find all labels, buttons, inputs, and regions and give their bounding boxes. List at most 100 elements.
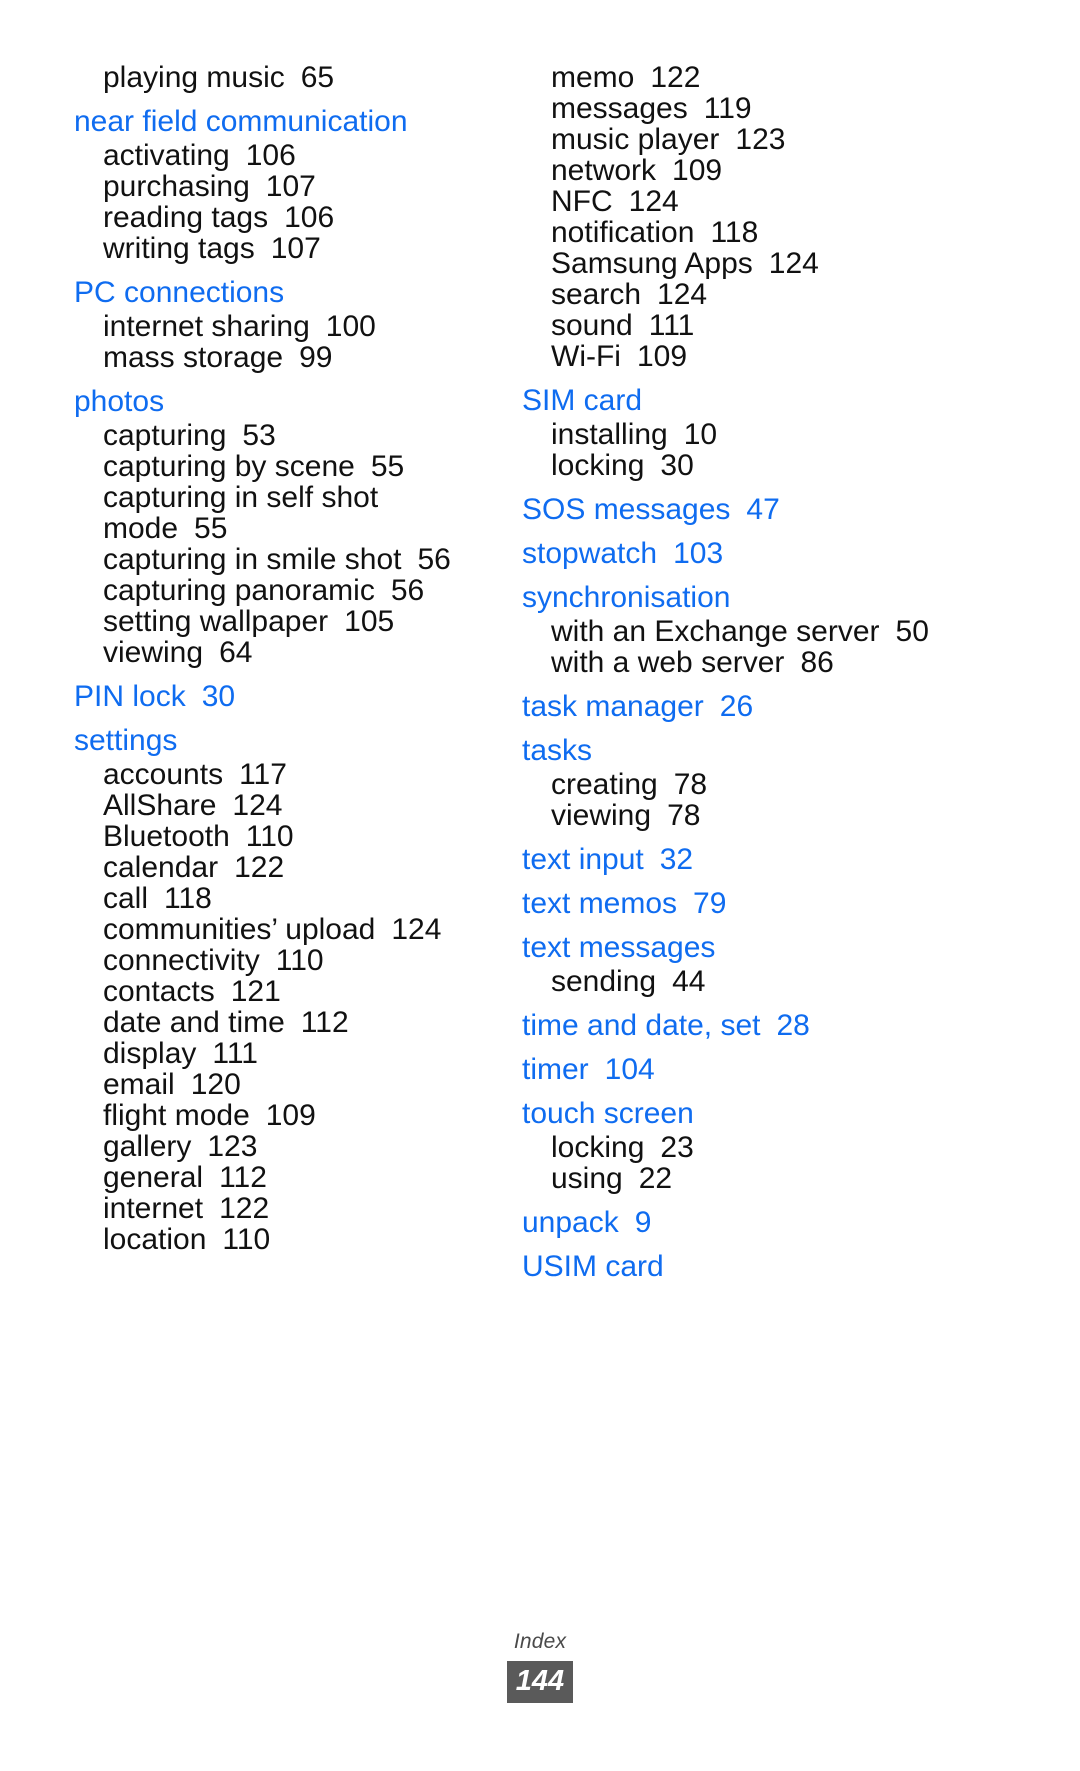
index-heading[interactable]: synchronisation xyxy=(522,583,942,613)
index-entry-label: internet xyxy=(103,1192,204,1225)
index-heading[interactable]: near field communication xyxy=(74,107,494,137)
index-heading[interactable]: timer 104 xyxy=(522,1055,942,1085)
index-subentry[interactable]: date and time 112 xyxy=(74,1008,494,1038)
index-entry-page-number: 118 xyxy=(164,882,212,915)
index-subentry[interactable]: internet sharing 100 xyxy=(74,312,494,342)
index-subentry[interactable]: contacts 121 xyxy=(74,977,494,1007)
index-entry-label: with a web server xyxy=(551,646,785,679)
index-subentry[interactable]: capturing 53 xyxy=(74,421,494,451)
index-subentry[interactable]: messages 119 xyxy=(522,94,942,124)
index-subentry[interactable]: network 109 xyxy=(522,156,942,186)
index-heading[interactable]: text messages xyxy=(522,933,942,963)
index-subentry[interactable]: connectivity 110 xyxy=(74,946,494,976)
index-subentry[interactable]: setting wallpaper 105 xyxy=(74,607,494,637)
index-entry-page-number: 123 xyxy=(207,1130,258,1163)
index-entry-page-number: 110 xyxy=(245,820,294,853)
index-entry-page-number: 109 xyxy=(265,1099,316,1132)
index-subentry[interactable]: notification 118 xyxy=(522,218,942,248)
index-subentry[interactable]: music player 123 xyxy=(522,125,942,155)
index-heading[interactable]: PIN lock 30 xyxy=(74,682,494,712)
index-entry-label: settings xyxy=(74,724,178,757)
index-entry-page-number: 122 xyxy=(219,1192,270,1225)
index-subentry[interactable]: NFC 124 xyxy=(522,187,942,217)
index-subentry[interactable]: playing music 65 xyxy=(74,63,494,93)
index-entry-page-number: 122 xyxy=(234,851,285,884)
index-heading[interactable]: tasks xyxy=(522,736,942,766)
index-subentry[interactable]: communities’ upload 124 xyxy=(74,915,494,945)
index-subentry[interactable]: search 124 xyxy=(522,280,942,310)
index-subentry[interactable]: email 120 xyxy=(74,1070,494,1100)
index-entry-page-number: 121 xyxy=(230,975,281,1008)
index-subentry[interactable]: call 118 xyxy=(74,884,494,914)
index-subentry[interactable]: memo 122 xyxy=(522,63,942,93)
index-subentry[interactable]: Samsung Apps 124 xyxy=(522,249,942,279)
index-heading[interactable]: touch screen xyxy=(522,1099,942,1129)
index-subentry[interactable]: locking 30 xyxy=(522,451,942,481)
index-subentry[interactable]: capturing in self shot xyxy=(74,483,494,513)
index-subentry[interactable]: creating 78 xyxy=(522,770,942,800)
index-entry-page-number: 111 xyxy=(212,1037,258,1070)
index-subentry[interactable]: viewing 64 xyxy=(74,638,494,668)
index-heading[interactable]: settings xyxy=(74,726,494,756)
index-entry-label: communities’ upload xyxy=(103,913,376,946)
index-subentry[interactable]: mass storage 99 xyxy=(74,343,494,373)
index-subentry[interactable]: AllShare 124 xyxy=(74,791,494,821)
index-subentry[interactable]: purchasing 107 xyxy=(74,172,494,202)
index-heading[interactable]: SIM card xyxy=(522,386,942,416)
index-entry-page-number: 65 xyxy=(300,61,335,94)
index-heading[interactable]: time and date, set 28 xyxy=(522,1011,942,1041)
index-entry-label: timer xyxy=(522,1053,589,1086)
index-heading[interactable]: USIM card xyxy=(522,1252,942,1282)
index-heading[interactable]: photos xyxy=(74,387,494,417)
index-subentry[interactable]: general 112 xyxy=(74,1163,494,1193)
index-subentry[interactable]: capturing in smile shot 56 xyxy=(74,545,494,575)
index-subentry[interactable]: activating 106 xyxy=(74,141,494,171)
index-subentry[interactable]: sound 111 xyxy=(522,311,942,341)
index-subentry[interactable]: using 22 xyxy=(522,1164,942,1194)
index-subentry[interactable]: gallery 123 xyxy=(74,1132,494,1162)
index-entry-page-number: 30 xyxy=(201,680,236,713)
index-subentry[interactable]: accounts 117 xyxy=(74,760,494,790)
index-subentry[interactable]: locking 23 xyxy=(522,1133,942,1163)
index-subentry[interactable]: sending 44 xyxy=(522,967,942,997)
index-subentry[interactable]: with an Exchange server 50 xyxy=(522,617,942,647)
index-entry-page-number: 23 xyxy=(660,1131,694,1164)
index-heading[interactable]: PC connections xyxy=(74,278,494,308)
footer-page-number: 144 xyxy=(506,1661,574,1703)
index-subentry[interactable]: mode 55 xyxy=(74,514,494,544)
index-entry-label: locking xyxy=(551,449,645,482)
index-heading[interactable]: unpack 9 xyxy=(522,1208,942,1238)
index-entry-label: mode xyxy=(103,512,179,545)
index-entry-page-number: 124 xyxy=(628,185,679,218)
index-subentry[interactable]: flight mode 109 xyxy=(74,1101,494,1131)
index-subentry[interactable]: capturing by scene 55 xyxy=(74,452,494,482)
index-subentry[interactable]: installing 10 xyxy=(522,420,942,450)
index-heading[interactable]: stopwatch 103 xyxy=(522,539,942,569)
index-heading[interactable]: text memos 79 xyxy=(522,889,942,919)
index-entry-label: tasks xyxy=(522,734,593,767)
index-subentry[interactable]: display 111 xyxy=(74,1039,494,1069)
index-entry-page-number: 107 xyxy=(265,170,316,203)
index-subentry[interactable]: Bluetooth 110 xyxy=(74,822,494,852)
index-subentry[interactable]: calendar 122 xyxy=(74,853,494,883)
index-entry-page-number: 124 xyxy=(232,789,283,822)
index-entry-page-number: 124 xyxy=(768,247,819,280)
index-entry-page-number: 123 xyxy=(735,123,786,156)
index-entry-label: reading tags xyxy=(103,201,269,234)
index-subentry[interactable]: viewing 78 xyxy=(522,801,942,831)
index-entry-page-number: 30 xyxy=(660,449,694,482)
index-heading[interactable]: SOS messages 47 xyxy=(522,495,942,525)
index-subentry[interactable]: capturing panoramic 56 xyxy=(74,576,494,606)
index-heading[interactable]: task manager 26 xyxy=(522,692,942,722)
index-subentry[interactable]: internet 122 xyxy=(74,1194,494,1224)
index-heading[interactable]: text input 32 xyxy=(522,845,942,875)
index-subentry[interactable]: with a web server 86 xyxy=(522,648,942,678)
index-entry-page-number: 118 xyxy=(710,216,759,249)
index-subentry[interactable]: reading tags 106 xyxy=(74,203,494,233)
index-entry-label: text input xyxy=(522,843,644,876)
index-subentry[interactable]: writing tags 107 xyxy=(74,234,494,264)
index-entry-page-number: 47 xyxy=(746,493,780,526)
index-subentry[interactable]: Wi-Fi 109 xyxy=(522,342,942,372)
index-subentry[interactable]: location 110 xyxy=(74,1225,494,1255)
index-entry-label: general xyxy=(103,1161,204,1194)
